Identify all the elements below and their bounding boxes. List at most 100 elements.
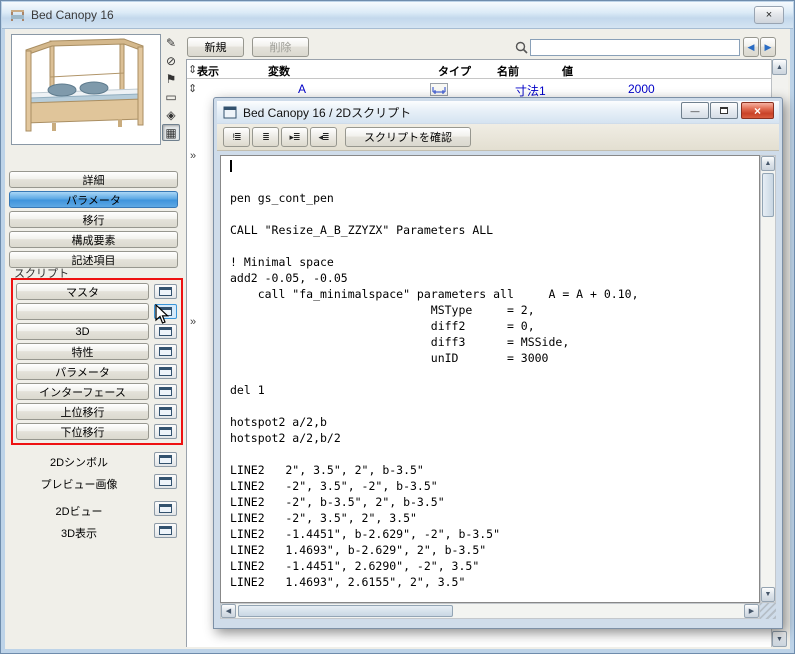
script-button-3d[interactable]: 3D [16,323,149,340]
tool-button-cube[interactable]: ◈ [162,106,180,123]
column-header-display[interactable]: 表示 [197,63,219,79]
code-editor[interactable]: pen gs_cont_pen CALL "Resize_A_B_ZZYZX" … [220,155,760,603]
script-window-button-forward-migration[interactable] [154,404,177,419]
pencil-icon: ✎ [165,35,177,50]
script-button-interface[interactable]: インターフェース [16,383,149,400]
window-icon [159,387,172,396]
view-item-preview-picture: プレビュー画像 [40,479,118,491]
horizontal-scroll-thumb[interactable] [238,605,453,617]
tool-button-grid[interactable]: ▦ [162,124,180,141]
warning-list-button[interactable]: !≣ [223,127,250,147]
column-header-name[interactable]: 名前 [497,63,519,79]
check-script-label: スクリプトを確認 [364,132,452,144]
window-icon [159,477,172,486]
prev-section-button[interactable]: ◂≣ [310,127,337,147]
param-type-icon [430,83,448,96]
tool-button-edit[interactable]: ✎ [162,34,180,51]
delete-button[interactable]: 削除 [252,37,309,57]
scroll-down-button[interactable]: ▼ [761,587,775,602]
window-icon [159,504,172,513]
view-window-button-2d-symbol[interactable] [154,452,177,467]
window-icon [159,347,172,356]
script-window-button-properties[interactable] [154,344,177,359]
next-section-icon: ▸≣ [289,131,300,142]
window-icon [159,407,172,416]
scroll-up-button[interactable]: ▲ [761,156,775,171]
scroll-down-button[interactable]: ▼ [772,631,787,647]
nav-button-label: 記述項目 [71,254,116,267]
script-button-properties[interactable]: 特性 [16,343,149,360]
script-button-parameter[interactable]: パラメータ [16,363,149,380]
text-caret [230,160,232,172]
script-button-2d[interactable] [16,303,149,320]
window-icon [159,327,172,336]
cube-icon: ◈ [166,107,176,122]
nav-button-migration[interactable]: 移行 [9,211,178,228]
script-editor-window: Bed Canopy 16 / 2Dスクリプト — × !≣ ≣ ▸≣ ◂≣ ス… [213,97,783,629]
new-button-label: 新規 [204,42,227,54]
script-button-backward-migration[interactable]: 下位移行 [16,423,149,440]
nav-button-parameters[interactable]: パラメータ [9,191,178,208]
script-button-label: インターフェース [39,386,126,399]
script-window-button-master[interactable] [154,284,177,299]
new-button[interactable]: 新規 [187,37,244,57]
view-item-2d-symbol: 2Dシンボル [49,457,109,469]
script-button-label: 特性 [71,346,94,359]
search-input[interactable] [530,39,740,56]
script-window-button-3d[interactable] [154,324,177,339]
script-close-button[interactable]: × [741,102,774,119]
close-icon: × [753,103,761,118]
tool-button-flag[interactable]: ⚑ [162,70,180,87]
close-button[interactable]: × [754,6,784,24]
tool-button-page[interactable]: ▭ [162,88,180,105]
view-window-button-3d-view[interactable] [154,523,177,538]
script-button-label: 上位移行 [60,406,105,419]
next-button[interactable]: ▶ [760,37,776,57]
column-header-value[interactable]: 値 [562,63,573,79]
arrow-down-icon: ▼ [764,591,772,598]
column-header-type[interactable]: タイプ [438,63,471,79]
row-drag-icon[interactable]: ⇕ [188,82,197,95]
tool-button-none[interactable]: ⊘ [162,52,180,69]
script-button-forward-migration[interactable]: 上位移行 [16,403,149,420]
editor-vertical-scrollbar[interactable]: ▲ ▼ [760,155,776,603]
check-script-button[interactable]: スクリプトを確認 [345,127,471,147]
script-toolbar: !≣ ≣ ▸≣ ◂≣ スクリプトを確認 [217,124,779,151]
arrow-up-icon: ▲ [764,160,772,167]
vertical-scroll-thumb[interactable] [762,173,774,217]
arrow-right-icon: ▶ [748,608,755,615]
script-window-button-backward-migration[interactable] [154,424,177,439]
arrow-down-icon: ▼ [776,635,783,643]
scroll-right-button[interactable]: ▶ [744,604,759,618]
param-variable[interactable]: A [298,82,306,96]
next-section-button[interactable]: ▸≣ [281,127,308,147]
bed-preview-image [25,38,144,132]
script-maximize-button[interactable] [710,102,738,119]
script-window-button-parameter[interactable] [154,364,177,379]
list-icon: ≣ [262,131,269,142]
window-icon [159,287,172,296]
nav-button-components[interactable]: 構成要素 [9,231,178,248]
arrow-up-icon: ▲ [776,63,783,71]
nav-button-label: 移行 [82,214,105,227]
nav-button-details[interactable]: 詳細 [9,171,178,188]
view-window-button-2d-view[interactable] [154,501,177,516]
chevrons-icon: » [190,316,197,328]
list-button[interactable]: ≣ [252,127,279,147]
script-button-master[interactable]: マスタ [16,283,149,300]
param-value[interactable]: 2000 [628,82,655,96]
script-window-button-interface[interactable] [154,384,177,399]
editor-horizontal-scrollbar[interactable]: ◀ ▶ [220,603,760,619]
column-header-variable[interactable]: 変数 [268,63,290,79]
preview-panel [11,34,161,145]
nav-button-label: 詳細 [82,174,105,187]
window-icon [159,455,172,464]
view-item-3d-view: 3D表示 [60,528,98,540]
view-window-button-preview-picture[interactable] [154,474,177,489]
prev-button[interactable]: ◀ [743,37,759,57]
flag-icon: ⚑ [165,71,177,86]
resize-grip[interactable] [760,603,776,619]
scroll-left-button[interactable]: ◀ [221,604,236,618]
script-minimize-button[interactable]: — [681,102,709,119]
scroll-up-button[interactable]: ▲ [772,59,787,75]
